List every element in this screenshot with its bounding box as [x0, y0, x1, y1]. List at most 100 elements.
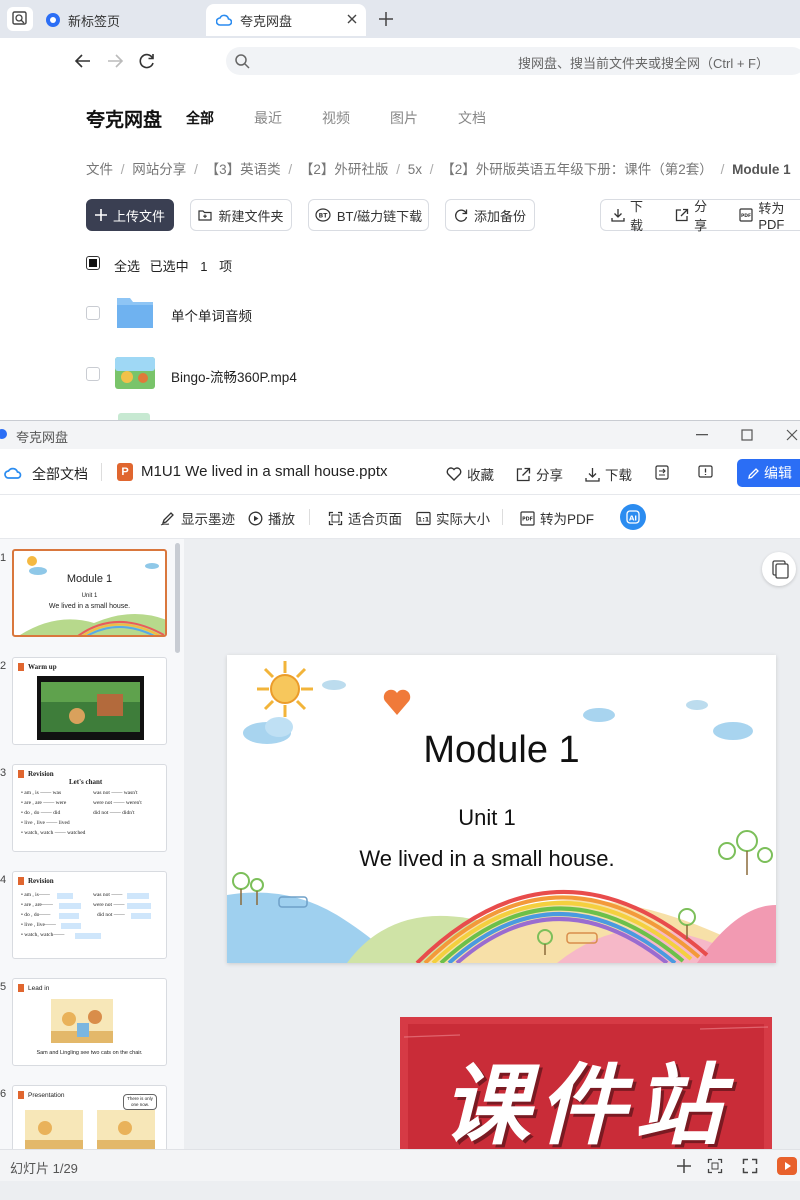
- play-label: 播放: [268, 512, 295, 527]
- tab-search-icon[interactable]: [7, 7, 33, 31]
- cloud-icon: [216, 14, 232, 26]
- folder-icon: [115, 294, 155, 330]
- slideshow-icon[interactable]: [777, 1157, 797, 1175]
- slide-thumbnail[interactable]: Module 1 Unit 1 We lived in a small hous…: [12, 549, 167, 637]
- ai-assistant-icon[interactable]: AI: [620, 504, 646, 530]
- tab-video[interactable]: 视频: [322, 108, 350, 128]
- actual-size-icon: 1:1: [416, 511, 431, 526]
- breadcrumb-item[interactable]: 【3】英语类: [206, 162, 281, 177]
- slide-thumbnail[interactable]: Revision Let's chant • am , is —— was • …: [12, 764, 167, 852]
- slide-unit: Unit 1: [458, 805, 516, 830]
- play-button[interactable]: 播放: [248, 508, 295, 528]
- thumbnail-scrollbar[interactable]: [175, 543, 180, 653]
- convert-pdf-label: 转为PDF: [540, 512, 594, 527]
- new-folder-label: 新建文件夹: [218, 208, 284, 224]
- fullscreen-icon[interactable]: [742, 1158, 758, 1174]
- window-title-bar: 夸克网盘: [0, 421, 800, 449]
- slide-number: 2: [0, 660, 7, 672]
- plus-icon: [94, 209, 107, 221]
- show-ink-button[interactable]: 显示墨迹: [160, 508, 235, 528]
- tab-image[interactable]: 图片: [390, 108, 418, 128]
- tab-all[interactable]: 全部: [186, 108, 214, 128]
- to-pdf-button[interactable]: PDF 转为PDF: [739, 198, 800, 232]
- breadcrumb-current: Module 1: [732, 162, 791, 177]
- viewer-window: 夸克网盘 全部文档 P M1U1 We lived in a small hou…: [0, 420, 800, 1200]
- divider: [502, 509, 503, 525]
- all-docs-link[interactable]: 全部文档: [32, 464, 88, 484]
- file-checkbox[interactable]: [86, 367, 100, 381]
- feedback-icon[interactable]: [698, 465, 713, 480]
- search-icon: [234, 53, 250, 69]
- reload-icon[interactable]: [138, 52, 156, 70]
- tab-quark-drive[interactable]: 夸克网盘: [206, 4, 366, 36]
- download-button[interactable]: 下载: [611, 196, 655, 234]
- breadcrumb-item[interactable]: 【2】外研社版: [300, 162, 389, 177]
- file-name[interactable]: 单个单词音频: [171, 305, 252, 325]
- drive-logo: 夸克网盘: [86, 110, 163, 131]
- new-folder-button[interactable]: 新建文件夹: [190, 199, 292, 231]
- fit-page-button[interactable]: 适合页面: [328, 508, 402, 528]
- back-icon[interactable]: [74, 52, 92, 70]
- slide-subtitle: We lived in a small house.: [359, 846, 615, 871]
- forward-icon[interactable]: [106, 52, 124, 70]
- slide-thumbnail[interactable]: Presentation There is only one now.: [12, 1085, 167, 1149]
- browser-tab-bar: 新标签页 夸克网盘: [0, 0, 800, 38]
- close-icon[interactable]: [346, 13, 358, 25]
- select-all-checkbox[interactable]: [86, 256, 100, 270]
- thumbnail-title: Revision: [28, 770, 54, 778]
- bt-download-button[interactable]: BT BT/磁力链下载: [308, 199, 429, 231]
- thumbnail-title: Warm up: [28, 663, 57, 671]
- zoom-in-icon[interactable]: [676, 1158, 692, 1174]
- file-name[interactable]: Bingo-流畅360P.mp4: [171, 366, 297, 386]
- breadcrumb-item[interactable]: 【2】外研版英语五年级下册：课件（第2套）: [441, 162, 713, 177]
- select-all-label[interactable]: 全选: [114, 259, 140, 274]
- share-button[interactable]: 分享: [516, 464, 563, 484]
- tab-new-tab[interactable]: 新标签页: [46, 4, 204, 36]
- svg-text:AI: AI: [629, 515, 637, 523]
- move-icon[interactable]: [655, 465, 669, 480]
- divider: [309, 509, 310, 525]
- selected-count: 1: [200, 259, 208, 274]
- cartoon-image: [51, 999, 113, 1043]
- breadcrumb-item[interactable]: 5x: [408, 162, 422, 177]
- breadcrumb-separator: /: [429, 162, 434, 177]
- thumbnail-line: • live , live——: [21, 922, 56, 928]
- add-backup-button[interactable]: 添加备份: [445, 199, 535, 231]
- breadcrumb-item[interactable]: 网站分享: [132, 162, 186, 177]
- share-icon: [516, 467, 531, 482]
- maximize-icon[interactable]: [741, 429, 753, 441]
- new-tab-button[interactable]: [377, 10, 395, 28]
- quark-logo-icon: [0, 429, 7, 439]
- convert-pdf-button[interactable]: PDF 转为PDF: [520, 508, 594, 528]
- slide-thumbnail[interactable]: Revision • am , is—— • are , are—— • do …: [12, 871, 167, 959]
- tab-recent[interactable]: 最近: [254, 108, 282, 128]
- actual-size-button[interactable]: 1:1 实际大小: [416, 508, 490, 528]
- share-button[interactable]: 分享: [675, 196, 719, 234]
- slide-thumbnail[interactable]: Lead in Sam and Lingling see two cats on…: [12, 978, 167, 1066]
- heart-icon: [446, 467, 462, 481]
- status-bar: 幻灯片 1/29: [0, 1149, 800, 1181]
- tab-document[interactable]: 文档: [458, 108, 486, 128]
- blank-box: [59, 913, 79, 919]
- file-checkbox[interactable]: [86, 306, 100, 320]
- pencil-mark-icon: [18, 1091, 24, 1099]
- fit-screen-icon[interactable]: [707, 1158, 723, 1174]
- blank-box: [57, 893, 73, 899]
- blank-box: [127, 893, 149, 899]
- breadcrumb: 文件 / 网站分享 / 【3】英语类 / 【2】外研社版 / 5x / 【2】外…: [86, 158, 791, 178]
- upload-button[interactable]: 上传文件: [86, 199, 174, 231]
- breadcrumb-item[interactable]: 文件: [86, 162, 113, 177]
- edit-button[interactable]: 编辑: [737, 459, 800, 487]
- thumbnail-line: • are , are——: [21, 902, 53, 908]
- copy-to-drive-icon[interactable]: [762, 552, 796, 586]
- favorite-button[interactable]: 收藏: [446, 464, 494, 484]
- pencil-mark-icon: [18, 663, 24, 671]
- actual-size-label: 实际大小: [436, 512, 490, 527]
- download-button[interactable]: 下载: [585, 464, 632, 484]
- close-icon[interactable]: [786, 429, 798, 441]
- slide-thumbnail[interactable]: Warm up: [12, 657, 167, 745]
- breadcrumb-separator: /: [194, 162, 198, 177]
- search-input[interactable]: 搜网盘、搜当前文件夹或搜全网（Ctrl + F）: [226, 47, 800, 75]
- breadcrumb-separator: /: [120, 162, 125, 177]
- minimize-icon[interactable]: [696, 434, 708, 436]
